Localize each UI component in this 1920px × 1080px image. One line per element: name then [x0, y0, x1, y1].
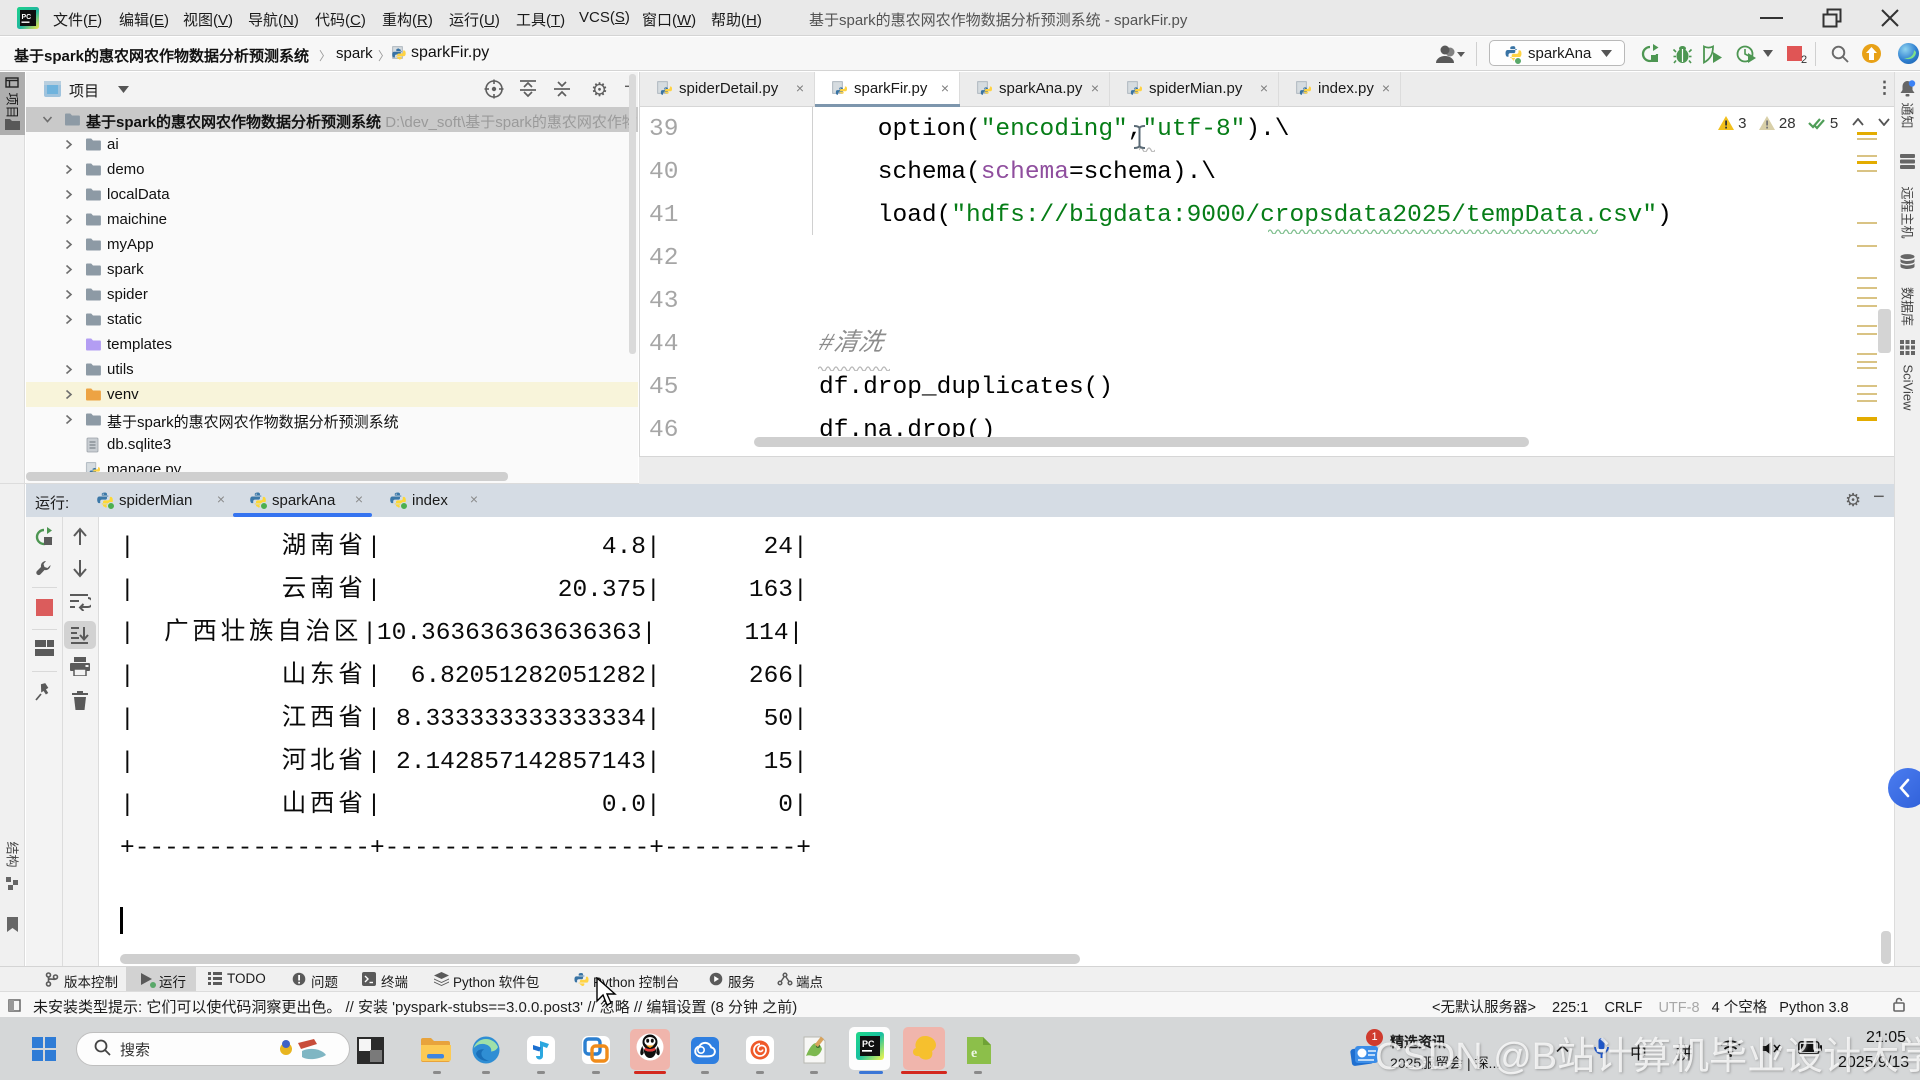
svg-text:PC: PC: [862, 1039, 875, 1049]
svg-text:e: e: [971, 1046, 977, 1061]
svg-text:PC: PC: [22, 14, 32, 21]
